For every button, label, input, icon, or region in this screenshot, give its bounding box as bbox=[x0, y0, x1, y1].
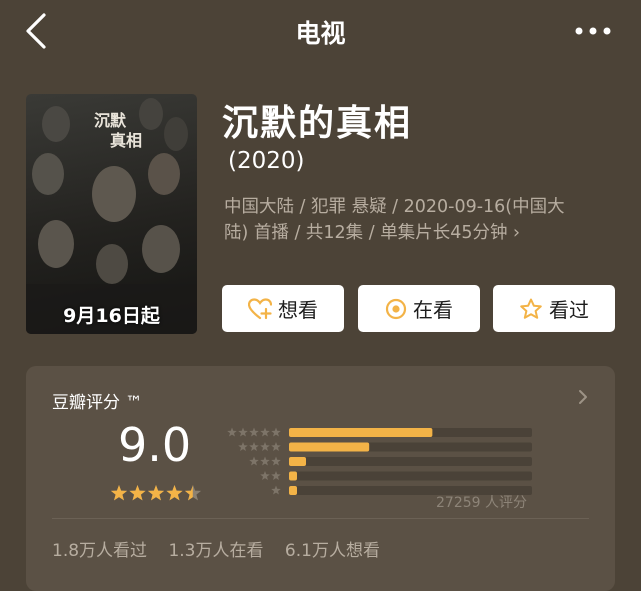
watched-label: 看过 bbox=[549, 298, 589, 322]
rating-distribution bbox=[227, 427, 532, 495]
dist-star-3-2 bbox=[260, 456, 270, 466]
watched-button[interactable]: 看过 bbox=[493, 285, 615, 332]
rating-card[interactable]: 豆瓣评分 ™ 9.0 27259 人评分 1.8万人看过 1.3万人在看 6.1… bbox=[26, 366, 615, 591]
movie-year: (2020) bbox=[228, 148, 305, 174]
dist-star-5-2 bbox=[260, 427, 270, 437]
chevron-right-icon: › bbox=[513, 223, 521, 243]
top-bar: 电视 bbox=[0, 0, 641, 64]
watching-label: 在看 bbox=[413, 298, 453, 322]
divider bbox=[52, 518, 589, 519]
dist-star-5-3 bbox=[249, 427, 259, 437]
meta-line-1: 中国大陆 / 犯罪 悬疑 / 2020-09-16(中国大 bbox=[224, 197, 565, 217]
dist-star-3-3 bbox=[249, 456, 259, 466]
dist-star-5-1 bbox=[271, 427, 281, 437]
dist-bar-3 bbox=[289, 457, 307, 466]
dist-star-4-4 bbox=[238, 442, 248, 452]
movie-title: 沉默的真相 bbox=[222, 103, 413, 144]
rating-details-button[interactable] bbox=[577, 388, 589, 406]
dist-bar-1 bbox=[289, 486, 297, 495]
dist-star-1-1 bbox=[271, 485, 281, 495]
star-outline-icon bbox=[520, 298, 542, 319]
watching-count: 1.3万人在看 bbox=[168, 541, 264, 561]
dist-bar-5 bbox=[289, 428, 433, 437]
dist-star-3-1 bbox=[271, 456, 281, 466]
audience-stats: 1.8万人看过 1.3万人在看 6.1万人想看 bbox=[52, 536, 396, 561]
poster[interactable]: 沉默 真相 9月16日起 bbox=[26, 94, 197, 334]
poster-artwork: 沉默 真相 bbox=[26, 98, 197, 334]
svg-text:真相: 真相 bbox=[110, 131, 142, 150]
rating-stars bbox=[110, 485, 202, 501]
meta-line-2-text: 陆) 首播 / 共12集 / 单集片长45分钟 bbox=[224, 223, 508, 243]
dist-star-5-5 bbox=[227, 427, 237, 437]
dist-track-2 bbox=[289, 471, 532, 481]
watching-button[interactable]: 在看 bbox=[358, 285, 480, 332]
chevron-right-icon bbox=[579, 390, 587, 404]
dist-bar-2 bbox=[289, 471, 297, 481]
dist-star-5-4 bbox=[238, 427, 248, 437]
dist-star-4-3 bbox=[249, 442, 259, 452]
dist-bar-4 bbox=[289, 442, 370, 452]
dist-star-2-1 bbox=[271, 471, 281, 481]
rating-score: 9.0 bbox=[118, 418, 192, 472]
want-to-watch-label: 想看 bbox=[278, 298, 318, 322]
star-filled-3 bbox=[147, 485, 165, 501]
rating-card-title: 豆瓣评分 ™ bbox=[52, 393, 143, 413]
more-icon bbox=[575, 27, 611, 35]
watching-icon bbox=[385, 298, 407, 319]
want-to-watch-button[interactable]: 想看 bbox=[222, 285, 344, 332]
heart-plus-icon bbox=[248, 297, 272, 319]
watched-count: 1.8万人看过 bbox=[52, 541, 148, 561]
want-count: 6.1万人想看 bbox=[284, 541, 380, 561]
page-title: 电视 bbox=[295, 19, 346, 48]
dist-star-2-2 bbox=[260, 471, 270, 481]
movie-meta[interactable]: 中国大陆 / 犯罪 悬疑 / 2020-09-16(中国大 陆) 首播 / 共1… bbox=[224, 194, 604, 246]
dist-star-4-2 bbox=[260, 442, 270, 452]
poster-date-label: 9月16日起 bbox=[63, 305, 160, 327]
dist-star-4-1 bbox=[271, 442, 281, 452]
dist-track-3 bbox=[289, 457, 532, 466]
star-filled-1 bbox=[110, 485, 128, 501]
star-filled-4 bbox=[166, 485, 183, 501]
rating-votes: 27259 人评分 bbox=[436, 495, 527, 511]
more-button[interactable] bbox=[573, 18, 613, 44]
svg-text:沉默: 沉默 bbox=[94, 111, 127, 130]
meta-line-2: 陆) 首播 / 共12集 / 单集片长45分钟 › bbox=[224, 220, 604, 246]
star-filled-2 bbox=[129, 485, 146, 501]
